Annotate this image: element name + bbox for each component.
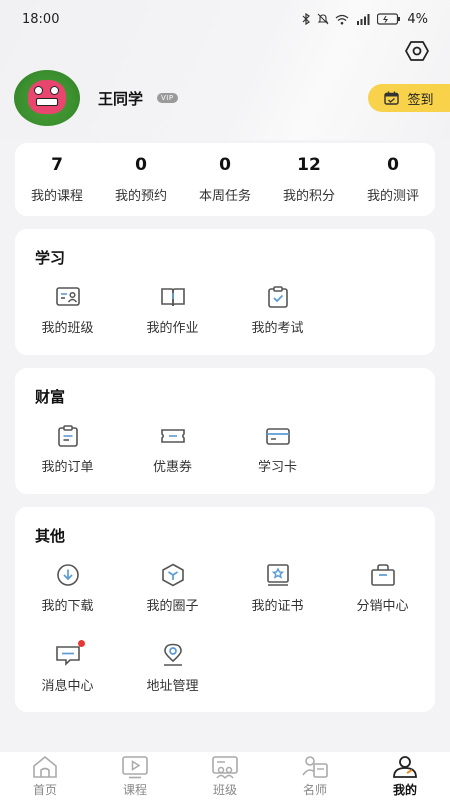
vip-badge: VIP [157, 93, 178, 103]
wifi-icon [335, 14, 349, 24]
signal-icon [357, 14, 370, 25]
menu-label: 我的下载 [41, 599, 94, 614]
stat-label: 我的课程 [30, 189, 83, 204]
stat-label: 我的测评 [366, 189, 419, 204]
bottom-tab-bar: 首页 课程 班级 名师 我的 [0, 752, 450, 800]
section-title: 其他 [35, 527, 66, 545]
class-icon [55, 285, 81, 309]
stat-value: 0 [387, 155, 399, 175]
calendar-icon [384, 91, 400, 105]
tab-teachers[interactable]: 名师 [270, 752, 360, 800]
menu-label: 消息中心 [41, 679, 94, 694]
menu-label: 我的考试 [251, 321, 304, 336]
menu-label: 我的证书 [251, 599, 304, 614]
stat-my-courses[interactable]: 7 我的课程 [15, 143, 99, 216]
teacher-icon [302, 755, 328, 778]
distribution-icon [370, 563, 396, 587]
other-section: 其他 我的下载 我的圈子 我的证书 分销中心 消息中心 地址管理 [15, 507, 435, 712]
unread-badge [77, 640, 85, 647]
menu-study-card[interactable]: 学习卡 [225, 424, 330, 504]
menu-coupons[interactable]: 优惠券 [120, 424, 225, 504]
menu-my-homework[interactable]: 我的作业 [120, 285, 225, 365]
menu-label: 我的圈子 [146, 599, 199, 614]
checkin-button[interactable]: 签到 [368, 84, 450, 112]
menu-label: 我的班级 [41, 321, 94, 336]
menu-label: 我的订单 [41, 460, 94, 475]
stats-card: 7 我的课程 0 我的预约 0 本周任务 12 我的积分 0 我的测评 [15, 143, 435, 216]
stat-value: 7 [51, 155, 63, 175]
status-bar: 18:00 4% [0, 0, 450, 38]
stat-weekly-tasks[interactable]: 0 本周任务 [183, 143, 267, 216]
stat-label: 我的积分 [282, 189, 335, 204]
menu-label: 地址管理 [146, 679, 199, 694]
stat-label: 本周任务 [198, 189, 251, 204]
bluetooth-icon [302, 13, 311, 25]
stat-my-points[interactable]: 12 我的积分 [267, 143, 351, 216]
section-title: 学习 [35, 249, 66, 267]
course-icon [122, 755, 148, 778]
tab-label: 班级 [212, 782, 237, 797]
battery-level: 4% [407, 11, 428, 27]
location-icon [160, 643, 186, 667]
certificate-icon [265, 563, 291, 587]
stat-value: 0 [135, 155, 147, 175]
download-icon [55, 563, 81, 587]
menu-my-downloads[interactable]: 我的下载 [15, 563, 120, 643]
stat-value: 12 [297, 155, 321, 175]
mute-icon [317, 13, 329, 25]
menu-my-exam[interactable]: 我的考试 [225, 285, 330, 365]
exam-icon [265, 285, 291, 309]
homework-icon [160, 285, 186, 309]
stat-my-assessments[interactable]: 0 我的测评 [351, 143, 435, 216]
tab-label: 首页 [32, 782, 57, 797]
gear-icon [405, 41, 429, 61]
tab-mine[interactable]: 我的 [360, 752, 450, 800]
menu-address-management[interactable]: 地址管理 [120, 643, 225, 723]
tab-classes[interactable]: 班级 [180, 752, 270, 800]
stat-value: 0 [219, 155, 231, 175]
stat-label: 我的预约 [114, 189, 167, 204]
menu-distribution-center[interactable]: 分销中心 [330, 563, 435, 643]
menu-my-circles[interactable]: 我的圈子 [120, 563, 225, 643]
tab-label: 课程 [122, 782, 147, 797]
tab-courses[interactable]: 课程 [90, 752, 180, 800]
circle-icon [160, 563, 186, 587]
avatar[interactable] [14, 70, 80, 126]
menu-label: 学习卡 [257, 460, 297, 475]
avatar-character [28, 80, 66, 114]
menu-label: 优惠券 [152, 460, 192, 475]
profile-icon [393, 755, 417, 778]
profile-header: 王同学 VIP 签到 [14, 70, 450, 126]
battery-icon [377, 13, 401, 25]
study-section: 学习 我的班级 我的作业 我的考试 [15, 229, 435, 355]
tab-label: 我的 [392, 782, 417, 797]
study-card-icon [265, 424, 291, 448]
checkin-label: 签到 [407, 92, 434, 108]
class-group-icon [212, 755, 238, 778]
menu-message-center[interactable]: 消息中心 [15, 640, 120, 723]
status-icons: 4% [301, 12, 428, 27]
tab-label: 名师 [302, 782, 327, 797]
tab-home[interactable]: 首页 [0, 752, 90, 800]
menu-my-class[interactable]: 我的班级 [15, 285, 120, 365]
username: 王同学 [98, 89, 144, 108]
home-icon [33, 755, 57, 778]
settings-button[interactable] [404, 38, 430, 64]
menu-label: 我的作业 [146, 321, 199, 336]
wealth-section: 财富 我的订单 优惠券 学习卡 [15, 368, 435, 494]
menu-label: 分销中心 [356, 599, 409, 614]
menu-my-certificates[interactable]: 我的证书 [225, 563, 330, 643]
coupon-icon [160, 424, 186, 448]
stat-my-reservations[interactable]: 0 我的预约 [99, 143, 183, 216]
status-time: 18:00 [22, 11, 60, 27]
order-icon [55, 424, 81, 448]
menu-my-orders[interactable]: 我的订单 [15, 424, 120, 504]
section-title: 财富 [35, 388, 66, 406]
message-icon [55, 640, 85, 667]
